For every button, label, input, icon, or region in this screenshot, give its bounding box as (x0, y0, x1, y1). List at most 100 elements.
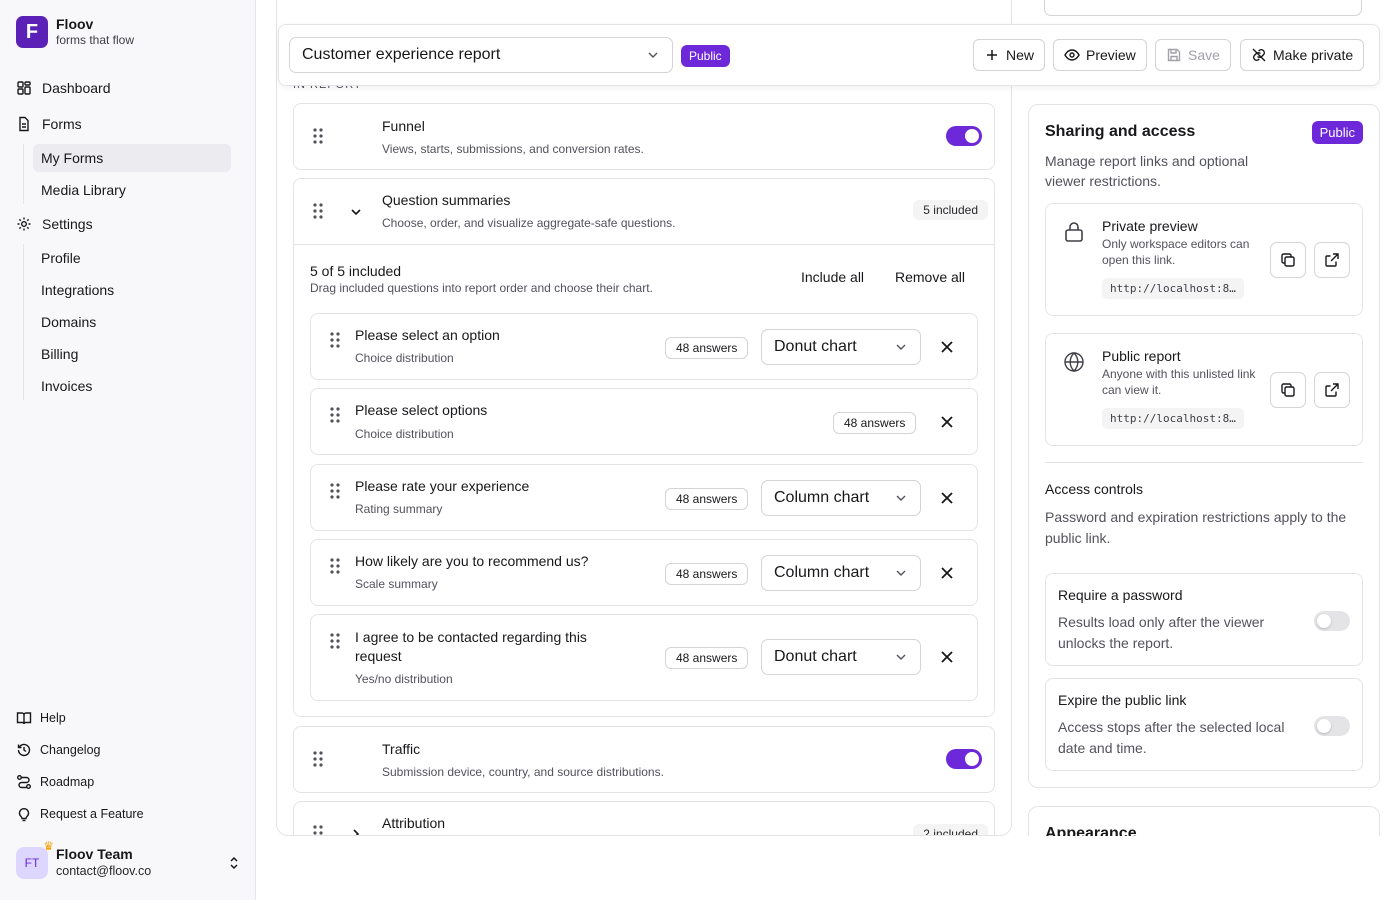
question-item[interactable]: I agree to be contacted regarding this r… (310, 614, 978, 701)
drag-handle-icon[interactable] (312, 202, 324, 220)
eye-icon (1064, 49, 1080, 61)
question-title: I agree to be contacted regarding this r… (355, 629, 587, 664)
brand[interactable]: F Floov forms that flow (16, 16, 134, 48)
brand-name: Floov (56, 16, 94, 32)
new-label: New (1006, 47, 1035, 63)
open-link-button[interactable] (1314, 242, 1350, 278)
expire-link-card: Expire the public link Access stops afte… (1045, 678, 1363, 771)
chart-type-select[interactable]: Column chart (761, 480, 921, 516)
open-link-button[interactable] (1314, 372, 1350, 408)
nav-roadmap[interactable]: Roadmap (8, 766, 248, 798)
close-icon[interactable] (940, 650, 954, 664)
chevron-down-icon (648, 52, 658, 58)
roadmap-icon (17, 775, 31, 789)
user-name: Floov Team (56, 846, 133, 862)
divider (294, 244, 994, 245)
chevron-right-icon[interactable] (349, 827, 363, 836)
private-preview-card: Private preview Only workspace editors c… (1045, 203, 1363, 316)
copy-link-button[interactable] (1270, 372, 1306, 408)
user-menu[interactable]: FT ♛ Floov Team contact@floov.co (16, 839, 242, 880)
chart-type-select[interactable]: Donut chart (761, 329, 921, 365)
drag-handle-icon[interactable] (312, 127, 324, 145)
question-item[interactable]: Please rate your experience Rating summa… (310, 464, 978, 531)
report-name: Customer experience report (302, 46, 501, 63)
require-password-card: Require a password Results load only aft… (1045, 573, 1363, 666)
question-type: Scale summary (355, 577, 438, 591)
private-preview-desc: Only workspace editors can open this lin… (1102, 237, 1250, 267)
preview-button[interactable]: Preview (1053, 39, 1147, 71)
nav-dashboard[interactable]: Dashboard (8, 72, 248, 104)
traffic-toggle[interactable] (946, 749, 982, 769)
traffic-section-card: Traffic Submission device, country, and … (293, 726, 995, 793)
question-title: Please select an option (355, 327, 500, 343)
make-private-button[interactable]: Make private (1240, 39, 1365, 71)
answers-count: 48 answers (833, 412, 917, 434)
save-icon (1167, 48, 1181, 62)
settings-subnav: Profile Integrations Domains Billing Inv… (23, 244, 248, 400)
nav-help[interactable]: Help (8, 702, 248, 734)
drag-handle-icon[interactable] (312, 824, 324, 836)
sidebar-item-integrations[interactable]: Integrations (33, 276, 231, 304)
nav-forms[interactable]: Forms (8, 108, 248, 140)
traffic-title: Traffic (382, 741, 421, 757)
new-button[interactable]: New (973, 39, 1046, 71)
chevron-up-down-icon (230, 856, 238, 870)
remove-all-button[interactable]: Remove all (895, 269, 965, 285)
user-email: contact@floov.co (56, 864, 152, 878)
copy-link-button[interactable] (1270, 242, 1306, 278)
close-icon[interactable] (940, 491, 954, 505)
chevron-down-icon[interactable] (349, 205, 363, 219)
drag-handle-icon[interactable] (312, 750, 324, 768)
sidebar-item-domains[interactable]: Domains (33, 308, 231, 336)
chart-type-select[interactable]: Column chart (761, 555, 921, 591)
link-off-icon (1252, 48, 1266, 62)
drag-handle-icon[interactable] (329, 482, 341, 500)
save-button[interactable]: Save (1155, 39, 1231, 71)
question-type: Choice distribution (355, 351, 454, 365)
sidebar-item-invoices[interactable]: Invoices (33, 372, 231, 400)
nav-request-feature[interactable]: Request a Feature (8, 798, 248, 830)
nav-roadmap-label: Roadmap (40, 775, 95, 789)
include-all-button[interactable]: Include all (801, 269, 864, 285)
require-password-desc: Results load only after the viewer unloc… (1058, 614, 1265, 651)
public-report-desc: Anyone with this unlisted link can view … (1102, 367, 1256, 397)
copy-icon (1281, 383, 1295, 397)
drag-handle-icon[interactable] (329, 557, 341, 575)
require-password-toggle[interactable] (1314, 611, 1350, 631)
nav-changelog[interactable]: Changelog (8, 734, 248, 766)
question-title: Please select options (355, 402, 488, 418)
sidebar-item-profile[interactable]: Profile (33, 244, 231, 272)
funnel-title: Funnel (382, 118, 425, 134)
expire-link-desc: Access stops after the selected local da… (1058, 719, 1285, 756)
drag-handle-icon[interactable] (329, 632, 341, 650)
sidebar-item-media-library[interactable]: Media Library (33, 176, 231, 204)
nav-help-label: Help (40, 711, 66, 725)
question-item[interactable]: How likely are you to recommend us? Scal… (310, 539, 978, 606)
close-icon[interactable] (940, 566, 954, 580)
funnel-toggle[interactable] (946, 126, 982, 146)
drag-handle-icon[interactable] (329, 331, 341, 349)
chevron-down-icon (896, 344, 906, 350)
question-title: How likely are you to recommend us? (355, 553, 589, 569)
nav-settings[interactable]: Settings (8, 208, 248, 240)
avatar: FT ♛ (16, 839, 54, 879)
chart-type-select[interactable]: Donut chart (761, 639, 921, 675)
sidebar-item-my-forms[interactable]: My Forms (33, 144, 231, 172)
sharing-card: Sharing and access Public Manage report … (1028, 104, 1380, 788)
public-report-url[interactable]: http://localhost:8… (1102, 408, 1244, 429)
report-select[interactable]: Customer experience report (289, 37, 673, 73)
sidebar-item-billing[interactable]: Billing (33, 340, 231, 368)
close-icon[interactable] (940, 340, 954, 354)
question-item[interactable]: Please select an option Choice distribut… (310, 313, 978, 380)
make-private-label: Make private (1273, 47, 1354, 63)
question-type: Rating summary (355, 502, 443, 516)
drag-handle-icon[interactable] (329, 406, 341, 424)
private-preview-url[interactable]: http://localhost:8… (1102, 278, 1244, 299)
bottom-nav: Help Changelog Roadmap Request a Feature (8, 702, 248, 830)
date-range-select[interactable] (1044, 0, 1362, 16)
question-item[interactable]: Please select options Choice distributio… (310, 388, 978, 455)
expire-link-toggle[interactable] (1314, 716, 1350, 736)
chevron-down-icon (896, 495, 906, 501)
globe-icon (1064, 352, 1084, 372)
close-icon[interactable] (940, 415, 954, 429)
